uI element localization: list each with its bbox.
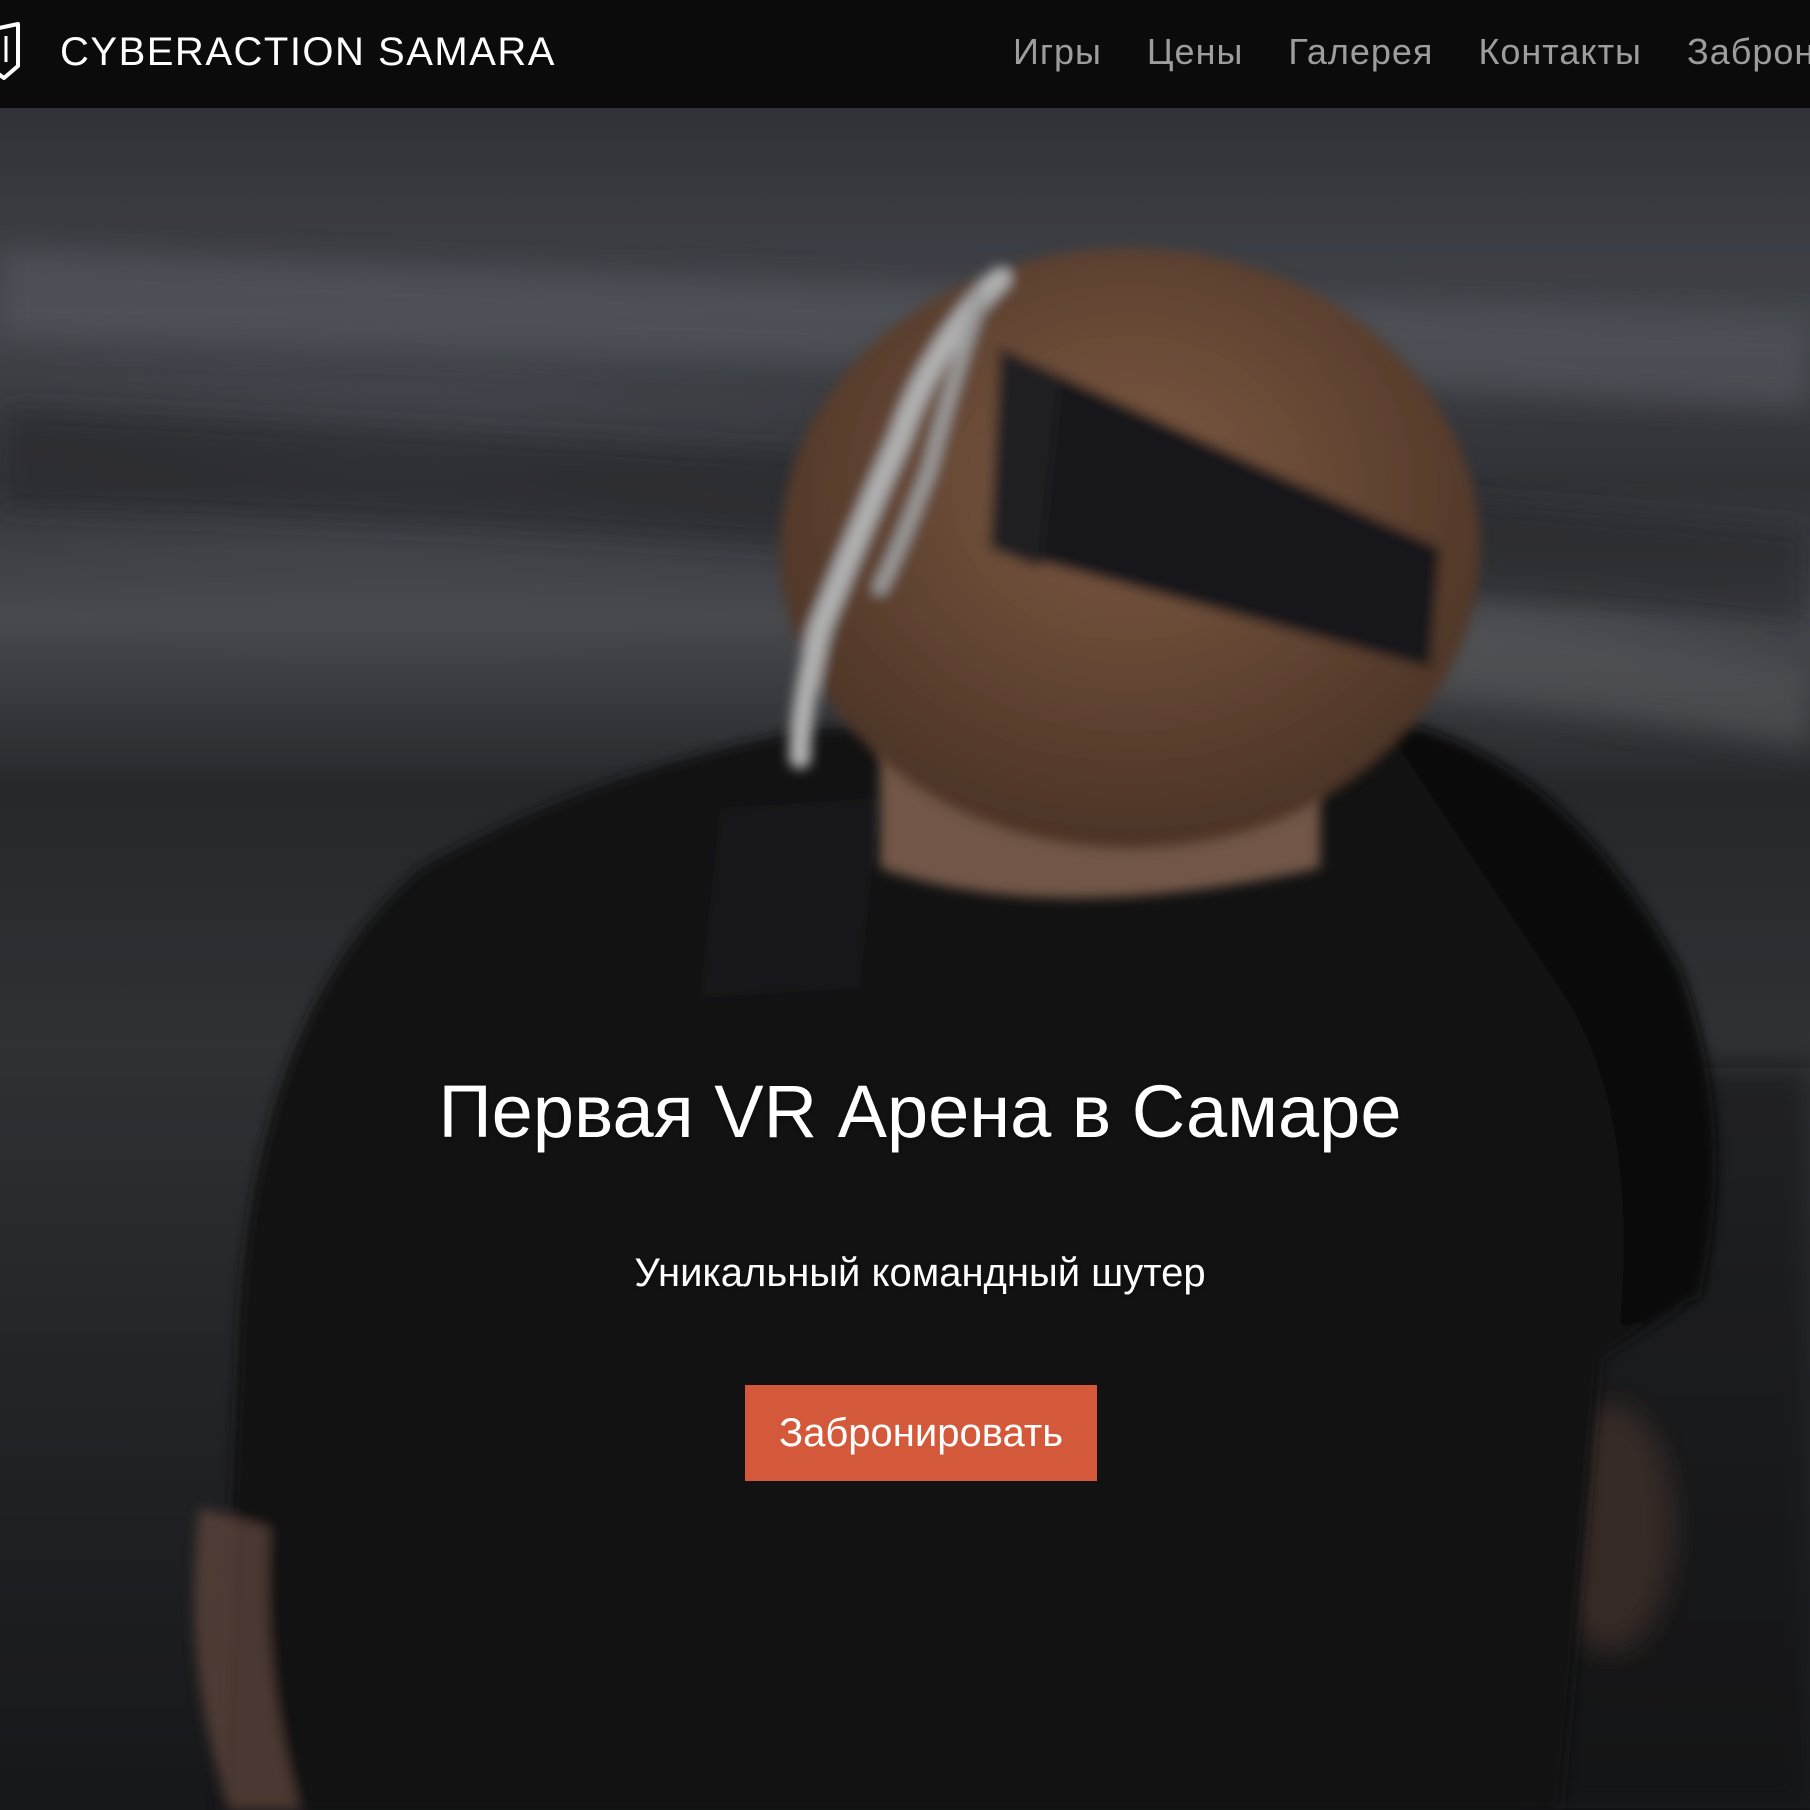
shield-outline-icon: [0, 22, 20, 80]
brand-name: CYBERACTION SAMARA: [60, 30, 556, 74]
main-nav: Игры Цены Галерея Контакты Забронировать: [1013, 30, 1810, 74]
nav-link-games[interactable]: Игры: [1013, 30, 1102, 74]
book-button[interactable]: Забронировать: [745, 1385, 1097, 1481]
nav-link-booking[interactable]: Забронировать: [1687, 30, 1810, 74]
hero-section: Первая VR Арена в Самаре Уникальный кома…: [0, 108, 1810, 1810]
hero-title: Первая VR Арена в Самаре: [438, 1070, 1402, 1153]
nav-link-gallery[interactable]: Галерея: [1288, 30, 1433, 74]
navbar: CYBERACTION SAMARA Игры Цены Галерея Кон…: [0, 0, 1810, 108]
nav-link-contacts[interactable]: Контакты: [1478, 30, 1642, 74]
nav-link-prices[interactable]: Цены: [1147, 30, 1243, 74]
hero-subtitle: Уникальный командный шутер: [634, 1251, 1206, 1295]
page: CYBERACTION SAMARA Игры Цены Галерея Кон…: [0, 0, 1810, 1810]
hero-content: Первая VR Арена в Самаре Уникальный кома…: [0, 108, 1810, 1810]
